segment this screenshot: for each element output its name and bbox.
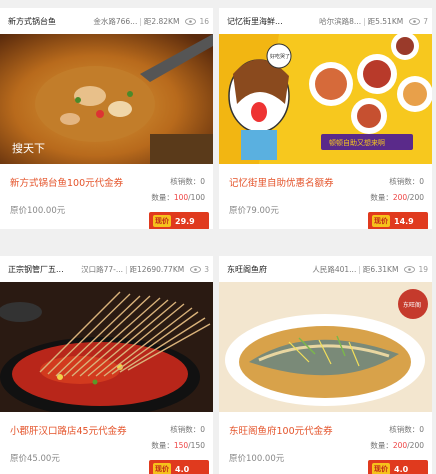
redeemed-count: 核销数：0	[170, 177, 205, 186]
skewer-hotpot-photo	[0, 282, 213, 412]
quantity: 数量：200/200	[370, 192, 424, 203]
coupon-image[interactable]: 搜天下	[0, 34, 213, 164]
quantity-total: /200	[407, 441, 424, 450]
current-price-button[interactable]: 现价 4.0	[149, 460, 209, 474]
original-price: 原价79.00元	[229, 206, 279, 216]
view-count-value: 3	[204, 264, 209, 274]
card-header: 东旺阁鱼府 人民路401... | 距6.31KM 19	[219, 256, 432, 282]
eye-icon	[409, 17, 421, 25]
coupon-title[interactable]: 小郡肝汉口路店45元代金券	[10, 423, 127, 437]
coupon-title[interactable]: 新方式锅台鱼100元代金券	[10, 175, 123, 189]
card-header: 新方式锅台鱼 金水路766... | 距2.82KM 16	[0, 8, 213, 34]
distance-label: 距12690.77KM	[129, 264, 185, 274]
speech-bubble-text: 好吃哭了	[270, 53, 290, 60]
current-price-button[interactable]: 现价 14.9	[368, 212, 428, 229]
shop-name[interactable]: 新方式锅台鱼	[8, 16, 56, 27]
distance-label: 距5.51KM	[367, 16, 404, 26]
distance-label: 距6.31KM	[362, 264, 399, 274]
card-header: 记忆街里海鲜... 哈尔滨路8... | 距5.51KM 7	[219, 8, 432, 34]
quantity-label: 数量：	[151, 193, 174, 202]
view-count: 16	[185, 17, 209, 26]
divider: |	[363, 16, 366, 26]
original-price: 原价100.00元	[10, 206, 66, 216]
shop-address: 哈尔滨路8...	[319, 16, 362, 26]
divider: |	[358, 264, 361, 274]
price-value: 4.0	[175, 464, 190, 474]
quantity-total: /150	[188, 441, 205, 450]
quantity-label: 数量：	[151, 441, 174, 450]
original-price: 原价100.00元	[229, 454, 285, 464]
coupon-image[interactable]	[0, 282, 213, 412]
quantity-used: 150	[173, 441, 189, 450]
shop-name[interactable]: 正宗钢管厂五...	[8, 264, 64, 275]
coupon-card[interactable]: 正宗钢管厂五... 汉口路77-... | 距12690.77KM 3 小郡肝汉…	[0, 256, 213, 474]
price-tag: 现价	[153, 463, 171, 474]
view-count-value: 7	[423, 16, 428, 26]
stamp-text: 东旺阁	[403, 301, 421, 309]
eye-icon	[190, 265, 202, 273]
shop-name[interactable]: 东旺阁鱼府	[227, 264, 267, 275]
redeemed-count: 核销数：0	[389, 177, 424, 186]
current-price-button[interactable]: 现价 29.9	[149, 212, 209, 229]
quantity-used: 200	[392, 193, 408, 202]
divider: |	[125, 264, 128, 274]
quantity: 数量：150/150	[151, 440, 205, 451]
view-count-value: 19	[418, 264, 428, 274]
coupon-card[interactable]: 东旺阁鱼府 人民路401... | 距6.31KM 19 东旺阁 东旺阁鱼府10…	[219, 256, 432, 474]
view-count: 19	[404, 265, 428, 274]
divider: |	[139, 16, 142, 26]
shop-address: 人民路401...	[312, 264, 357, 274]
original-price: 原价45.00元	[10, 454, 60, 464]
coupon-card[interactable]: 记忆街里海鲜... 哈尔滨路8... | 距5.51KM 7 好吃哭了 顿顿自助…	[219, 8, 432, 229]
fish-stew-photo: 搜天下	[0, 34, 213, 164]
quantity: 数量：100/100	[151, 192, 205, 203]
view-count: 3	[190, 265, 209, 274]
coupon-image[interactable]: 东旺阁	[219, 282, 432, 412]
eye-icon	[404, 265, 416, 273]
coupon-image[interactable]: 好吃哭了 顿顿自助又想来啊	[219, 34, 432, 164]
current-price-button[interactable]: 现价 4.0	[368, 460, 428, 474]
quantity-total: /200	[407, 193, 424, 202]
redeemed-count: 核销数：0	[170, 425, 205, 434]
price-value: 14.9	[394, 216, 414, 226]
eye-icon	[185, 17, 197, 25]
poster-slogan: 顿顿自助又想来啊	[329, 138, 385, 147]
quantity-used: 200	[392, 441, 408, 450]
coupon-title[interactable]: 记忆街里自助优惠名额券	[229, 175, 334, 189]
coupon-card[interactable]: 新方式锅台鱼 金水路766... | 距2.82KM 16 搜天下 新方式锅台鱼…	[0, 8, 213, 229]
coupon-grid: 新方式锅台鱼 金水路766... | 距2.82KM 16 搜天下 新方式锅台鱼…	[0, 0, 436, 474]
quantity-used: 100	[173, 193, 189, 202]
watermark-text: 搜天下	[12, 141, 45, 155]
price-value: 29.9	[175, 216, 195, 226]
buffet-poster: 好吃哭了 顿顿自助又想来啊	[219, 34, 432, 164]
price-tag: 现价	[153, 215, 171, 227]
distance-label: 距2.82KM	[143, 16, 180, 26]
shop-address: 汉口路77-...	[81, 264, 123, 274]
shop-name[interactable]: 记忆街里海鲜...	[227, 16, 283, 27]
redeemed-count: 核销数：0	[389, 425, 424, 434]
price-value: 4.0	[394, 464, 409, 474]
quantity-total: /100	[188, 193, 205, 202]
quantity-label: 数量：	[370, 193, 393, 202]
card-header: 正宗钢管厂五... 汉口路77-... | 距12690.77KM 3	[0, 256, 213, 282]
view-count: 7	[409, 17, 428, 26]
price-tag: 现价	[372, 463, 390, 474]
price-tag: 现价	[372, 215, 390, 227]
coupon-title[interactable]: 东旺阁鱼府100元代金券	[229, 423, 333, 437]
steamed-fish-photo: 东旺阁	[219, 282, 432, 412]
view-count-value: 16	[199, 16, 209, 26]
quantity-label: 数量：	[370, 441, 393, 450]
quantity: 数量：200/200	[370, 440, 424, 451]
shop-address: 金水路766...	[93, 16, 138, 26]
